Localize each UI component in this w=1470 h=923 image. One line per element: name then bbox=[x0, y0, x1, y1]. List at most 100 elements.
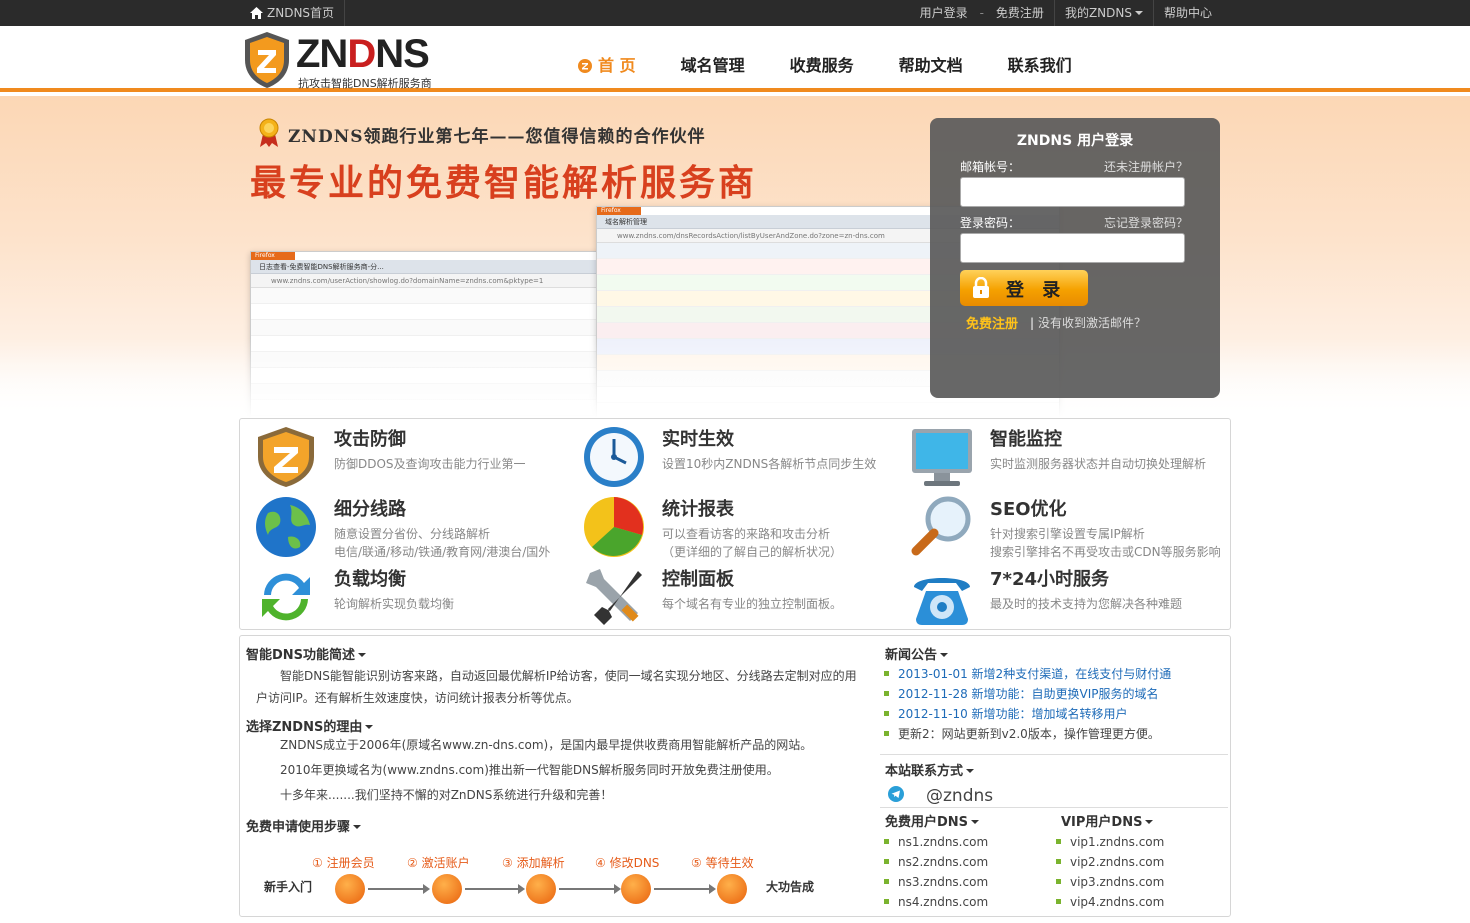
dns-server: ns1.zndns.com bbox=[884, 832, 988, 852]
feature-desc-line: 针对搜索引擎设置专属IP解析 bbox=[990, 527, 1145, 541]
feature-title: 实时生效 bbox=[662, 429, 734, 450]
chevron-down-icon bbox=[1145, 820, 1154, 824]
contact-heading[interactable]: 本站联系方式 bbox=[885, 760, 975, 779]
resend-activation: | 没有收到激活邮件？ bbox=[1030, 314, 1146, 331]
dns-server: vip3.zndns.com bbox=[1056, 872, 1164, 892]
home-link[interactable]: ZNDNS首页 bbox=[250, 0, 346, 26]
forgot-password-link[interactable]: 忘记登录密码？ bbox=[1104, 214, 1188, 231]
divider bbox=[880, 807, 1228, 808]
nav-help-docs[interactable]: 帮助文档 bbox=[899, 52, 963, 76]
reason-text: 2010年更换域名为(www.zndns.com)推出新一代智能DNS解析服务同… bbox=[280, 763, 779, 777]
feature-title: 攻击防御 bbox=[334, 429, 406, 450]
dns-server: vip4.zndns.com bbox=[1056, 892, 1164, 912]
login-button[interactable]: 登 录 bbox=[960, 270, 1088, 306]
vip-dns-heading[interactable]: VIP用户DNS bbox=[1061, 811, 1154, 830]
chevron-down-icon bbox=[966, 769, 975, 773]
banner-tagline: ZNDNS领跑行业第七年——您值得信赖的合作伙伴 bbox=[258, 118, 706, 148]
step-label: ④ 修改DNS bbox=[595, 856, 660, 870]
news-item[interactable]: 2012-11-28 新增功能：自助更换VIP服务的域名 bbox=[884, 684, 1224, 704]
free-dns-heading[interactable]: 免费用户DNS bbox=[885, 811, 980, 830]
free-dns-list: ns1.zndns.com ns2.zndns.com ns3.zndns.co… bbox=[884, 832, 988, 912]
feature-item: 智能监控 实时监测服务器状态并自动切换处理解析 bbox=[896, 421, 1216, 491]
password-label: 登录密码： bbox=[960, 216, 1021, 230]
feature-item: 细分线路 随意设置分省份、分线路解析 电信/联通/移动/铁通/教育网/港澳台/国外 bbox=[240, 491, 560, 561]
award-ribbon-icon bbox=[259, 118, 279, 147]
nav-paid-services[interactable]: 收费服务 bbox=[790, 52, 854, 76]
intro-heading[interactable]: 智能DNS功能简述 bbox=[246, 644, 367, 663]
feature-desc-line: 电信/联通/移动/铁通/教育网/港澳台/国外 bbox=[334, 545, 551, 559]
pie-chart-icon bbox=[584, 497, 644, 557]
no-activation-email-link[interactable]: 没有收到激活邮件？ bbox=[1038, 316, 1146, 330]
email-field[interactable] bbox=[960, 177, 1185, 207]
telegram-icon[interactable] bbox=[888, 786, 904, 802]
zndns-shield-logo-icon bbox=[245, 32, 289, 88]
login-title: ZNDNS 用户登录 bbox=[1016, 133, 1134, 149]
nav-domain-management[interactable]: 域名管理 bbox=[681, 52, 745, 76]
dns-server: ns4.zndns.com bbox=[884, 892, 988, 912]
banner-fade bbox=[0, 338, 1470, 418]
nav-contact-us[interactable]: 联系我们 bbox=[1008, 52, 1072, 76]
news-item[interactable]: 2013-01-01 新增2种支付渠道，在线支付与财付通 bbox=[884, 664, 1224, 684]
feature-desc-line: （更详细的了解自己的解析状况） bbox=[662, 545, 843, 559]
features-panel: 攻击防御 防御DDOS及查询攻击能力行业第一 实时生效 设置10秒内ZNDNS各… bbox=[239, 418, 1231, 630]
contact-handle[interactable]: @zndns bbox=[926, 786, 993, 806]
link-separator: | bbox=[1030, 316, 1035, 330]
step-label: ③ 添加解析 bbox=[502, 856, 565, 870]
password-field[interactable] bbox=[960, 233, 1185, 263]
help-center-link[interactable]: 帮助中心 bbox=[1152, 0, 1222, 26]
check-icon bbox=[432, 874, 462, 904]
main-nav: 首 页 域名管理 收费服务 帮助文档 联系我们 bbox=[578, 52, 1117, 76]
house-icon bbox=[621, 874, 651, 904]
login-link[interactable]: 用户登录 bbox=[910, 0, 978, 26]
login-button-label: 登 录 bbox=[1006, 280, 1067, 301]
vip-dns-heading-label: VIP用户DNS bbox=[1061, 815, 1143, 830]
top-links: 用户登录 - 免费注册 我的ZNDNS 帮助中心 bbox=[910, 0, 1222, 26]
feature-desc: 随意设置分省份、分线路解析 电信/联通/移动/铁通/教育网/港澳台/国外 bbox=[334, 525, 550, 561]
feature-desc: 设置10秒内ZNDNS各解析节点同步生效 bbox=[662, 457, 877, 471]
reason-text: ZNDNS成立于2006年(原域名www.zn-dns.com)，是国内最早提供… bbox=[280, 738, 813, 752]
feature-desc: 针对搜索引擎设置专属IP解析 搜索引擎排名不再受攻击或CDN等服务影响 bbox=[990, 525, 1221, 561]
no-account-link[interactable]: 还未注册帐户？ bbox=[1104, 158, 1188, 175]
reasons-heading[interactable]: 选择ZNDNS的理由 bbox=[246, 716, 374, 735]
feature-title: 细分线路 bbox=[334, 499, 406, 520]
step-label: ① 注册会员 bbox=[312, 856, 375, 870]
dns-server: vip2.zndns.com bbox=[1056, 852, 1164, 872]
reasons-heading-label: 选择ZNDNS的理由 bbox=[246, 720, 363, 735]
home-link-label: ZNDNS首页 bbox=[267, 6, 335, 20]
feature-item: SEO优化 针对搜索引擎设置专属IP解析 搜索引擎排名不再受攻击或CDN等服务影响 bbox=[896, 491, 1221, 561]
brand-part: ZN bbox=[296, 32, 348, 76]
brand-name: ZNDNS bbox=[296, 32, 430, 76]
step-label: ⑤ 等待生效 bbox=[691, 856, 754, 870]
chevron-down-icon bbox=[940, 653, 949, 657]
phone-icon bbox=[914, 578, 970, 625]
logo[interactable]: ZNDNS 抗攻击智能DNS解析服务商 bbox=[242, 30, 432, 90]
news-item[interactable]: 2012-11-10 新增功能：增加域名转移用户 bbox=[884, 704, 1224, 724]
lock-icon bbox=[973, 277, 989, 298]
news-heading[interactable]: 新闻公告 bbox=[885, 644, 949, 663]
steps-flow: 新手入门 ① 注册会员 ② 激活账户 ③ 添加解析 ④ 修改DNS ⑤ 等待生效… bbox=[260, 854, 840, 910]
news-heading-label: 新闻公告 bbox=[885, 648, 938, 663]
steps-heading-label: 免费申请使用步骤 bbox=[246, 820, 351, 835]
user-icon bbox=[335, 874, 365, 904]
tools-icon bbox=[586, 569, 642, 625]
chevron-down-icon bbox=[358, 653, 367, 657]
banner-headline: 最专业的免费智能解析服务商 bbox=[250, 163, 758, 204]
feature-desc: 防御DDOS及查询攻击能力行业第一 bbox=[334, 457, 526, 471]
intro-heading-label: 智能DNS功能简述 bbox=[246, 648, 356, 663]
plus-icon bbox=[526, 874, 556, 904]
chevron-down-icon bbox=[1134, 11, 1143, 15]
refresh-icon bbox=[262, 573, 310, 621]
tagline-text: ZNDNS领跑行业第七年——您值得信赖的合作伙伴 bbox=[288, 127, 706, 147]
chevron-down-icon bbox=[365, 725, 374, 729]
login-panel: ZNDNS 用户登录 邮箱帐号： 还未注册帐户？ 登录密码： 忘记登录密码？ 登… bbox=[930, 118, 1220, 398]
free-register-link[interactable]: 免费注册 bbox=[966, 313, 1018, 332]
my-zndns-menu[interactable]: 我的ZNDNS bbox=[1053, 0, 1153, 26]
nav-home[interactable]: 首 页 bbox=[578, 52, 636, 76]
register-link[interactable]: 免费注册 bbox=[986, 0, 1054, 26]
steps-heading[interactable]: 免费申请使用步骤 bbox=[246, 816, 362, 835]
reason-text: 十多年来.......我们坚持不懈的对ZnDNS系统进行升级和完善！ bbox=[280, 788, 613, 802]
steps-start-label: 新手入门 bbox=[264, 880, 313, 894]
chevron-down-icon bbox=[971, 820, 980, 824]
feature-title: 7*24小时服务 bbox=[990, 569, 1109, 590]
header: ZNDNS 抗攻击智能DNS解析服务商 首 页 域名管理 收费服务 帮助文档 联… bbox=[0, 26, 1470, 92]
